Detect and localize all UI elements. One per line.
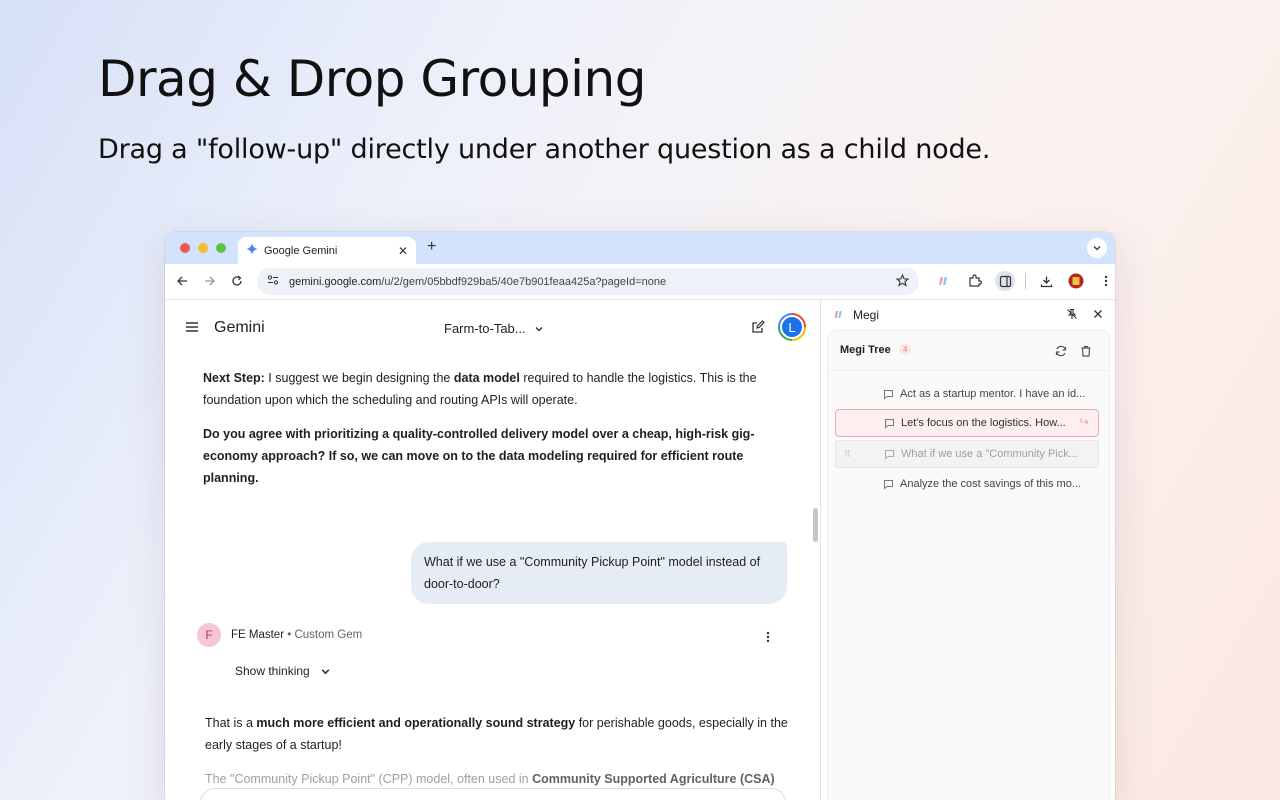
tree-count-badge: 4 <box>899 344 912 355</box>
chevron-down-icon <box>535 326 543 331</box>
tree-node-label: Let's focus on the logistics. How... <box>901 417 1066 429</box>
megi-title: Megi <box>853 308 880 322</box>
model-response-previous: Next Step: I suggest we begin designing … <box>203 367 783 501</box>
gem-tag: • Custom Gem <box>287 629 363 641</box>
show-thinking-label: Show thinking <box>235 664 310 678</box>
forward-arrow-icon[interactable] <box>202 273 218 289</box>
response-text: That is a much more efficient and operat… <box>205 712 795 756</box>
megi-side-panel: Megi Megi Tree 4 Act as a startup mentor… <box>827 300 1115 800</box>
window-controls <box>180 243 226 253</box>
gemini-brand[interactable]: Gemini <box>214 319 265 337</box>
new-tab-button[interactable]: + <box>427 238 436 256</box>
browser-toolbar: gemini.google.com/u/2/gem/05bbdf929ba5/4… <box>165 264 1115 299</box>
toolbar-divider <box>1025 273 1026 289</box>
site-settings-icon[interactable] <box>267 274 279 289</box>
browser-window: Google Gemini ✕ + gemini.google.com/u/2/… <box>165 232 1115 800</box>
show-thinking-toggle[interactable]: Show thinking <box>235 664 331 678</box>
megi-extension-icon[interactable] <box>935 271 955 291</box>
child-link-icon <box>1079 417 1090 430</box>
chat-bubble-icon <box>883 479 894 490</box>
resp-bold: much more efficient and operationally so… <box>256 716 576 730</box>
gem-selector-label: Farm-to-Tab... <box>444 321 526 336</box>
account-avatar[interactable]: L <box>778 313 806 341</box>
question-bold: Do you agree with prioritizing a quality… <box>203 427 755 485</box>
response-text-faded: The "Community Pickup Point" (CPP) model… <box>205 768 795 790</box>
chat-bubble-icon <box>883 389 894 400</box>
chat-bubble-icon <box>884 449 895 460</box>
address-bar[interactable]: gemini.google.com/u/2/gem/05bbdf929ba5/4… <box>257 268 919 295</box>
megi-header: Megi <box>827 300 1115 330</box>
maximize-window-button[interactable] <box>216 243 226 253</box>
tree-title: Megi Tree <box>840 344 891 356</box>
next-step-text-1: I suggest we begin designing the <box>264 371 454 385</box>
url-host: gemini.google.com <box>289 275 382 288</box>
gem-selector[interactable]: Farm-to-Tab... <box>444 321 544 336</box>
tree-node-dragging[interactable]: ⠿ What if we use a "Community Pick... <box>835 440 1099 468</box>
megi-tree-panel: Megi Tree 4 Act as a startup mentor. I h… <box>827 330 1110 800</box>
gemini-chat: Gemini Farm-to-Tab... L Next Step: I sug… <box>165 300 821 800</box>
tab-title: Google Gemini <box>264 244 338 257</box>
url-text: gemini.google.com/u/2/gem/05bbdf929ba5/4… <box>289 276 896 288</box>
next-step-bold: data model <box>453 371 520 385</box>
account-avatar-letter: L <box>780 315 804 339</box>
megi-logo-icon <box>834 309 846 323</box>
next-step-paragraph: Next Step: I suggest we begin designing … <box>203 367 783 411</box>
side-panel-icon[interactable] <box>995 271 1015 291</box>
gem-name: FE Master <box>231 629 285 641</box>
tree-node[interactable]: Act as a startup mentor. I have an id... <box>835 380 1099 408</box>
drag-handle-icon[interactable]: ⠿ <box>844 449 851 460</box>
chat-bubble-icon <box>884 418 895 429</box>
prompt-input[interactable] <box>200 788 786 800</box>
tree-node-label: What if we use a "Community Pick... <box>901 448 1078 460</box>
gem-avatar: F <box>197 623 221 647</box>
tree-node-selected[interactable]: Let's focus on the logistics. How... <box>835 409 1099 437</box>
close-panel-icon[interactable] <box>1093 308 1103 322</box>
browser-content: Gemini Farm-to-Tab... L Next Step: I sug… <box>165 299 1115 800</box>
trash-icon[interactable] <box>1080 344 1092 362</box>
hamburger-menu-icon[interactable] <box>185 320 199 338</box>
gemini-sparkle-icon <box>246 243 258 258</box>
url-path: /u/2/gem/05bbdf929ba5/40e7b901feaa425a?p… <box>381 275 667 288</box>
minimize-window-button[interactable] <box>198 243 208 253</box>
refresh-icon[interactable] <box>1055 344 1067 362</box>
tab-bar: Google Gemini ✕ + <box>165 232 1115 264</box>
hero-title: Drag & Drop Grouping <box>98 50 646 108</box>
response-more-icon[interactable] <box>766 630 770 648</box>
back-arrow-icon[interactable] <box>174 273 190 289</box>
chat-scrollbar[interactable] <box>813 508 818 542</box>
tab-search-button[interactable] <box>1087 238 1107 258</box>
tree-header: Megi Tree 4 <box>828 331 1109 371</box>
next-step-label: Next Step: <box>203 371 265 385</box>
resp-fade-bold: Community Supported Agriculture (CSA) <box>532 772 775 786</box>
profile-avatar-icon[interactable] <box>1066 271 1086 291</box>
user-message-bubble: What if we use a "Community Pickup Point… <box>411 542 787 604</box>
tree-node-label: Act as a startup mentor. I have an id... <box>900 388 1086 400</box>
reload-icon[interactable] <box>229 273 245 289</box>
question-paragraph: Do you agree with prioritizing a quality… <box>203 423 783 489</box>
download-icon[interactable] <box>1036 271 1056 291</box>
tab-google-gemini[interactable]: Google Gemini ✕ <box>238 237 416 264</box>
tab-close-icon[interactable]: ✕ <box>398 244 408 258</box>
response-header: F FE Master • Custom Gem <box>197 623 362 647</box>
tree-node-label: Analyze the cost savings of this mo... <box>900 478 1081 490</box>
new-chat-edit-icon[interactable] <box>751 320 765 339</box>
resp-text-1: That is a <box>205 716 257 730</box>
gemini-header: Gemini Farm-to-Tab... L <box>165 300 820 356</box>
resp-fade-1: The "Community Pickup Point" (CPP) model… <box>205 772 533 786</box>
chevron-down-icon <box>321 668 330 674</box>
hero-subtitle: Drag a "follow-up" directly under anothe… <box>98 134 991 165</box>
bookmark-star-icon[interactable] <box>895 273 910 290</box>
tree-node[interactable]: Analyze the cost savings of this mo... <box>835 470 1099 498</box>
browser-menu-icon[interactable] <box>1096 271 1115 291</box>
close-window-button[interactable] <box>180 243 190 253</box>
extension-icons <box>935 271 1115 291</box>
extensions-puzzle-icon[interactable] <box>965 271 985 291</box>
unpin-icon[interactable] <box>1066 308 1078 323</box>
